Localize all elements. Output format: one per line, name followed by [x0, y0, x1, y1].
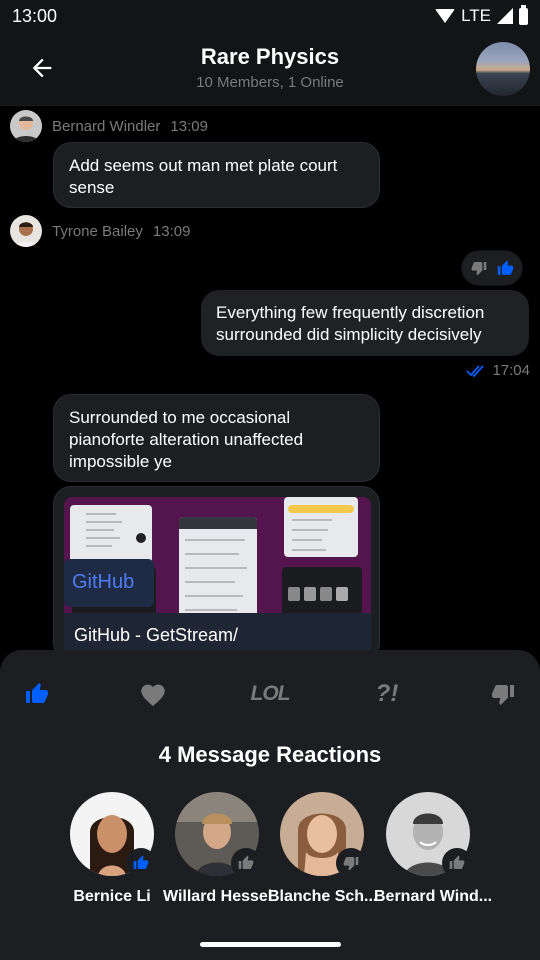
status-bar: 13:00 LTE [0, 0, 540, 32]
network-type: LTE [461, 6, 491, 25]
battery-icon [519, 4, 528, 25]
reactions-sheet: LOL ?! 4 Message Reactions Bernice Li Wi… [0, 650, 540, 960]
channel-info[interactable]: Rare Physics 10 Members, 1 Online [0, 44, 540, 91]
channel-avatar[interactable] [476, 42, 530, 96]
message-header: Tyrone Bailey 13:09 [10, 215, 190, 247]
status-time: 13:00 [12, 5, 58, 26]
avatar-image [10, 215, 42, 247]
reaction-badge [126, 848, 156, 878]
screenshot-panel [284, 497, 358, 557]
user-avatar [175, 792, 261, 878]
message-time: 13:09 [152, 222, 191, 240]
reaction-tab-thumbs-down[interactable] [483, 674, 523, 714]
thumbs-down-icon [343, 857, 359, 871]
status-icons: LTE [435, 4, 528, 26]
channel-title: Rare Physics [200, 44, 340, 69]
user-avatar [280, 792, 366, 878]
double-check-icon [466, 364, 485, 377]
thumbs-up-icon [133, 855, 149, 869]
thumbs-up-icon [26, 683, 48, 703]
reaction-user[interactable]: Bernice Li [58, 792, 166, 906]
attachment-site-name: GitHub [64, 559, 154, 607]
sheet-title: 4 Message Reactions [158, 742, 382, 767]
reaction-user[interactable]: Blanche Sch... [268, 792, 378, 906]
user-avatar[interactable] [10, 215, 42, 247]
reaction-user[interactable]: Bernard Wind... [374, 792, 493, 906]
link-attachment[interactable]: GitHub GitHub - GetStream/ [53, 486, 380, 661]
message-bubble[interactable]: Surrounded to me occasional pianoforte a… [53, 394, 380, 482]
wifi-icon [435, 9, 456, 23]
message-header: Bernard Windler 13:09 [10, 110, 208, 142]
user-name: Willard Hessel [163, 888, 273, 905]
user-avatar [70, 792, 156, 878]
signal-icon [497, 8, 513, 24]
screenshot-panel [70, 505, 152, 563]
reaction-tab-lol[interactable]: LOL [250, 674, 291, 714]
user-name: Bernard Wind... [374, 888, 493, 905]
home-indicator[interactable] [200, 942, 341, 947]
screenshot-panel [179, 517, 257, 627]
thumbs-down-icon [471, 262, 486, 276]
reaction-badge [336, 848, 366, 878]
thumbs-up-icon [497, 260, 513, 275]
message-time: 13:09 [170, 117, 208, 135]
message-reactions[interactable] [461, 250, 523, 286]
message-bubble-outgoing[interactable]: Everything few frequently discretion sur… [201, 290, 529, 356]
thumbs-down-icon [492, 685, 514, 705]
author-name: Tyrone Bailey [52, 222, 143, 240]
thumbs-up-icon [238, 855, 254, 869]
channel-subtitle: 10 Members, 1 Online [196, 74, 344, 91]
reaction-picker: LOL ?! [0, 674, 540, 714]
question-exclaim-label: ?! [375, 680, 399, 707]
user-name: Bernice Li [73, 888, 151, 905]
user-avatar[interactable] [10, 110, 42, 142]
reaction-tab-wow[interactable]: ?! [367, 674, 407, 714]
message-status: 17:04 [466, 362, 530, 379]
reaction-user[interactable]: Willard Hessel [163, 792, 273, 906]
lol-label: LOL [250, 682, 291, 705]
reaction-tab-heart[interactable] [133, 674, 173, 714]
thumbs-up-icon [449, 855, 465, 869]
user-avatar [386, 792, 472, 878]
app-header: Rare Physics 10 Members, 1 Online [0, 32, 540, 106]
reaction-badge [231, 848, 261, 878]
reaction-tab-thumbs-up[interactable] [17, 674, 57, 714]
message-time: 17:04 [492, 362, 530, 379]
avatar-image [10, 110, 42, 142]
message-bubble[interactable]: Add seems out man met plate court sense [53, 142, 380, 208]
author-name: Bernard Windler [52, 117, 161, 135]
reaction-badge [442, 848, 472, 878]
user-name: Blanche Sch... [268, 888, 378, 905]
heart-icon [141, 684, 165, 707]
